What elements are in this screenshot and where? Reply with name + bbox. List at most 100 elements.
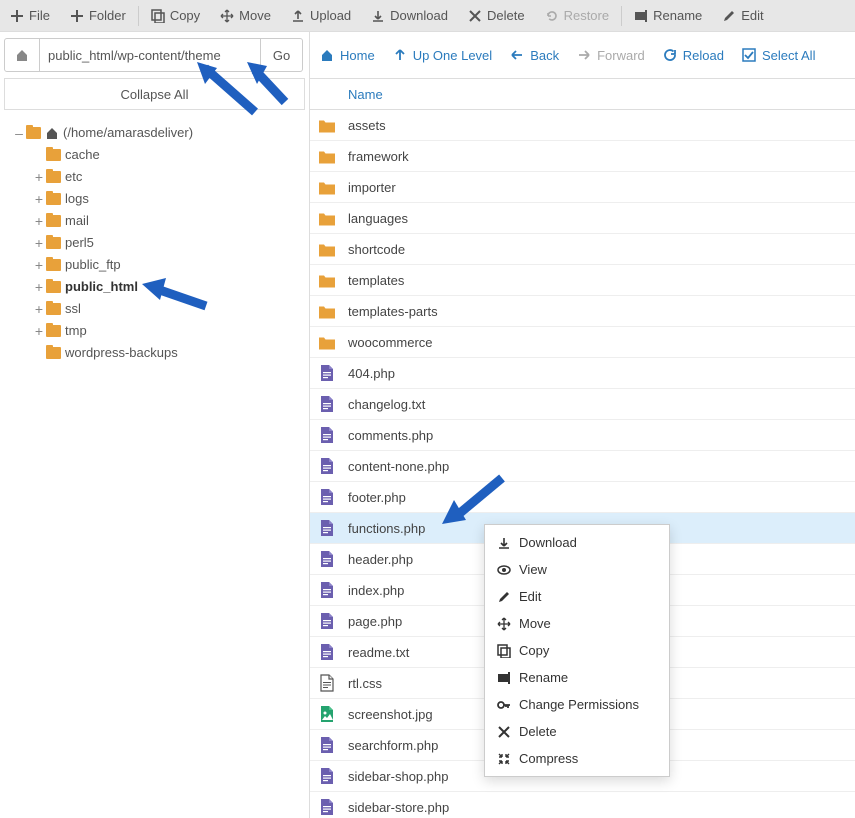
- expand-toggle[interactable]: [34, 342, 44, 364]
- rename-button[interactable]: Rename: [624, 0, 712, 32]
- ctx-compress[interactable]: Compress: [485, 745, 669, 772]
- file-row[interactable]: languages: [310, 203, 855, 234]
- folder-tree: – (/home/amarasdeliver) cache+etc+logs+m…: [0, 118, 309, 368]
- compress-icon: [497, 752, 511, 766]
- upload-button[interactable]: Upload: [281, 0, 361, 32]
- folder-icon: [46, 303, 61, 315]
- nav-up-button[interactable]: Up One Level: [393, 48, 493, 63]
- file-row[interactable]: shortcode: [310, 234, 855, 265]
- file-row[interactable]: assets: [310, 110, 855, 141]
- tree-item[interactable]: +public_html: [34, 276, 305, 298]
- go-button[interactable]: Go: [261, 38, 303, 72]
- file-icon: [318, 767, 336, 785]
- file-row[interactable]: footer.php: [310, 482, 855, 513]
- column-header-name[interactable]: Name: [310, 78, 855, 110]
- left-panel: Go Collapse All – (/home/amarasdeliver) …: [0, 32, 310, 818]
- file-row[interactable]: content-none.php: [310, 451, 855, 482]
- file-icon: [318, 457, 336, 475]
- edit-button[interactable]: Edit: [712, 0, 773, 32]
- file-name: footer.php: [348, 490, 406, 505]
- folder-icon: [46, 281, 61, 293]
- folder-button[interactable]: Folder: [60, 0, 136, 32]
- expand-toggle[interactable]: +: [34, 298, 44, 320]
- file-row[interactable]: 404.php: [310, 358, 855, 389]
- nav-home-button[interactable]: Home: [320, 48, 375, 63]
- file-icon: [318, 395, 336, 413]
- expand-toggle[interactable]: +: [34, 254, 44, 276]
- ctx-delete[interactable]: Delete: [485, 718, 669, 745]
- file-button[interactable]: File: [0, 0, 60, 32]
- expand-toggle[interactable]: +: [34, 320, 44, 342]
- file-row[interactable]: templates: [310, 265, 855, 296]
- file-button-label: File: [29, 8, 50, 23]
- file-name: screenshot.jpg: [348, 707, 433, 722]
- ctx-edit[interactable]: Edit: [485, 583, 669, 610]
- ctx-copy[interactable]: Copy: [485, 637, 669, 664]
- file-icon: [318, 612, 336, 630]
- tree-item[interactable]: +etc: [34, 166, 305, 188]
- home-icon: [45, 126, 59, 140]
- file-row[interactable]: templates-parts: [310, 296, 855, 327]
- restore-button-label: Restore: [564, 8, 610, 23]
- file-row[interactable]: sidebar-store.php: [310, 792, 855, 818]
- ctx-move[interactable]: Move: [485, 610, 669, 637]
- edit-icon: [722, 9, 736, 23]
- nav-reload-button[interactable]: Reload: [663, 48, 724, 63]
- folder-icon: [318, 271, 336, 289]
- move-button[interactable]: Move: [210, 0, 281, 32]
- copy-button[interactable]: Copy: [141, 0, 210, 32]
- ctx-view[interactable]: View: [485, 556, 669, 583]
- path-home-button[interactable]: [4, 38, 40, 72]
- file-row[interactable]: framework: [310, 141, 855, 172]
- tree-item[interactable]: +logs: [34, 188, 305, 210]
- right-toolbar: Home Up One Level Back Forward Reload Se…: [310, 32, 855, 78]
- tree-item[interactable]: +public_ftp: [34, 254, 305, 276]
- file-row[interactable]: woocommerce: [310, 327, 855, 358]
- expand-toggle[interactable]: +: [34, 276, 44, 298]
- tree-item-label: mail: [65, 210, 89, 232]
- ctx-rename[interactable]: Rename: [485, 664, 669, 691]
- ctx-download[interactable]: Download: [485, 529, 669, 556]
- file-row[interactable]: changelog.txt: [310, 389, 855, 420]
- file-name: templates-parts: [348, 304, 438, 319]
- ctx-perms[interactable]: Change Permissions: [485, 691, 669, 718]
- path-input[interactable]: [40, 38, 261, 72]
- tree-item-label: cache: [65, 144, 100, 166]
- expand-toggle[interactable]: +: [34, 232, 44, 254]
- folder-icon: [46, 149, 61, 161]
- file-name: templates: [348, 273, 404, 288]
- file-row[interactable]: comments.php: [310, 420, 855, 451]
- file-name: content-none.php: [348, 459, 449, 474]
- tree-item-label: ssl: [65, 298, 81, 320]
- tree-item[interactable]: + ssl: [34, 298, 305, 320]
- expand-toggle[interactable]: +: [34, 166, 44, 188]
- collapse-toggle[interactable]: –: [14, 122, 24, 144]
- rename-icon: [634, 9, 648, 23]
- tree-item[interactable]: +tmp: [34, 320, 305, 342]
- expand-toggle[interactable]: +: [34, 188, 44, 210]
- tree-item[interactable]: wordpress-backups: [34, 342, 305, 364]
- file-icon: [318, 550, 336, 568]
- context-menu: Download View Edit Move Copy Rename Chan…: [484, 524, 670, 777]
- copy-icon: [151, 9, 165, 23]
- nav-selectall-button[interactable]: Select All: [742, 48, 815, 63]
- folder-icon: [46, 259, 61, 271]
- tree-item[interactable]: +perl5: [34, 232, 305, 254]
- file-row[interactable]: importer: [310, 172, 855, 203]
- delete-button[interactable]: Delete: [458, 0, 535, 32]
- folder-icon: [46, 193, 61, 205]
- nav-back-button[interactable]: Back: [510, 48, 559, 63]
- folder-icon: [318, 147, 336, 165]
- collapse-all-button[interactable]: Collapse All: [4, 78, 305, 110]
- tree-item[interactable]: cache: [34, 144, 305, 166]
- expand-toggle[interactable]: [34, 144, 44, 166]
- tree-item-label: wordpress-backups: [65, 342, 178, 364]
- move-button-label: Move: [239, 8, 271, 23]
- folder-icon: [46, 347, 61, 359]
- download-button[interactable]: Download: [361, 0, 458, 32]
- tree-root[interactable]: – (/home/amarasdeliver): [14, 122, 305, 144]
- move-icon: [220, 9, 234, 23]
- tree-item[interactable]: + mail: [34, 210, 305, 232]
- expand-toggle[interactable]: +: [34, 210, 44, 232]
- restore-icon: [545, 9, 559, 23]
